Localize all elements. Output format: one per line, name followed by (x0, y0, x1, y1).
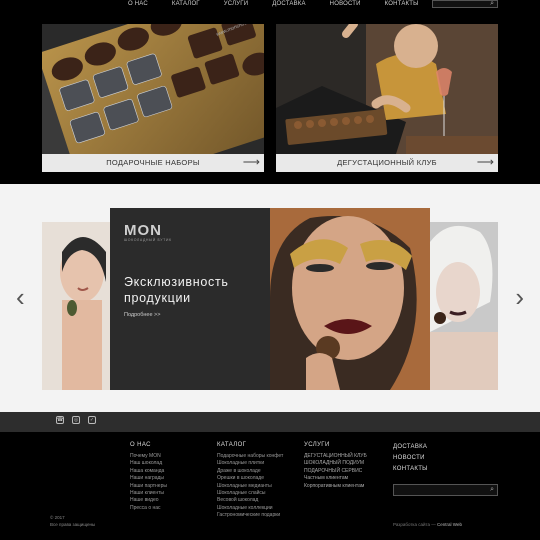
copyright-year: © 2017 (50, 515, 65, 520)
footer-link[interactable]: ШОКОЛАДНЫЙ ПОДИУМ (304, 460, 367, 467)
footer-col-about-head: О НАС (130, 442, 151, 448)
instagram-icon[interactable]: ◎ (72, 416, 80, 424)
footer-link[interactable]: Наши клиенты (130, 490, 167, 497)
nav-item-catalog[interactable]: КАТАЛОГ (172, 0, 200, 8)
footer-link-delivery[interactable]: ДОСТАВКА (393, 442, 428, 453)
footer-link[interactable]: Орешки в шоколаде (217, 475, 283, 482)
gift-sets-tile[interactable]: www.monchoco.ru ПОДАРОЧНЫЕ НАБОРЫ ⟶ (42, 24, 264, 172)
footer-link[interactable]: Наши партнеры (130, 483, 167, 490)
copyright: © 2017 Все права защищены (50, 514, 95, 528)
search-icon[interactable]: ⌕ (490, 486, 494, 494)
nav-item-contacts[interactable]: КОНТАКТЫ (385, 0, 419, 8)
brand-name: MON (124, 222, 162, 239)
footer-link[interactable]: Наша команда (130, 468, 167, 475)
footer-link[interactable]: Почему MON (130, 453, 167, 460)
slide-headline: Эксклюзивность продукции (124, 275, 229, 305)
developer-link[interactable]: Central Web (437, 522, 462, 527)
model-portrait-right (430, 222, 498, 390)
slide-next-preview[interactable] (430, 222, 498, 390)
tasting-club-label: ДЕГУСТАЦИОННЫЙ КЛУБ (337, 158, 437, 167)
slide-current[interactable]: MON ШОКОЛАДНЫЙ БУТИК Эксклюзивность прод… (110, 208, 430, 390)
tasting-club-caption: ДЕГУСТАЦИОННЫЙ КЛУБ ⟶ (276, 154, 498, 172)
gift-sets-label: ПОДАРОЧНЫЕ НАБОРЫ (106, 158, 200, 167)
footer-link[interactable]: Гастрономические подарки (217, 512, 283, 519)
promo-tiles: www.monchoco.ru ПОДАРОЧНЫЕ НАБОРЫ ⟶ (0, 10, 540, 184)
footer-col-services-head: УСЛУГИ (304, 442, 330, 448)
footer-col-about: О НАС Почему MON Наш шоколад Наша команд… (130, 442, 167, 512)
top-nav: О НАС КАТАЛОГ УСЛУГИ ДОСТАВКА НОВОСТИ КО… (0, 0, 540, 10)
whatsapp-icon[interactable]: ☎ (56, 416, 64, 424)
gift-sets-caption: ПОДАРОЧНЫЕ НАБОРЫ ⟶ (42, 154, 264, 172)
nav-menu: О НАС КАТАЛОГ УСЛУГИ ДОСТАВКА НОВОСТИ КО… (128, 0, 443, 8)
footer-link[interactable]: Подарочные наборы конфет (217, 453, 283, 460)
footer-link[interactable]: ПОДАРОЧНЫЙ СЕРВИС (304, 468, 367, 475)
footer-link[interactable]: Весовой шоколад (217, 497, 283, 504)
footer-link[interactable]: Наше видео (130, 497, 167, 504)
footer-link-contacts[interactable]: КОНТАКТЫ (393, 464, 428, 475)
chevron-right-icon[interactable]: › (515, 284, 524, 310)
social-links: ☎ ◎ ✓ (56, 416, 104, 424)
header-search-input[interactable]: ⌕ (432, 0, 498, 8)
footer-col-services: УСЛУГИ ДЕГУСТАЦИОННЫЙ КЛУБ ШОКОЛАДНЫЙ ПО… (304, 442, 367, 490)
footer-link[interactable]: Драже в шоколаде (217, 468, 283, 475)
footer-link[interactable]: Корпоративным клиентам (304, 483, 367, 490)
developer-credit: Разработка сайта — Central Web (393, 522, 462, 527)
developer-label: Разработка сайта — (393, 522, 436, 527)
footer-link[interactable]: Наш шоколад (130, 460, 167, 467)
nav-item-about[interactable]: О НАС (128, 0, 148, 8)
chocolate-box-illustration: www.monchoco.ru (42, 24, 264, 172)
hero-slider: MON ШОКОЛАДНЫЙ БУТИК Эксклюзивность прод… (42, 208, 498, 390)
brand-tagline: ШОКОЛАДНЫЙ БУТИК (124, 238, 172, 242)
tasting-club-image (276, 24, 498, 154)
arrow-right-icon[interactable]: ⟶ (243, 155, 260, 169)
chevron-left-icon[interactable]: ‹ (16, 284, 25, 310)
copyright-rights: Все права защищены (50, 522, 96, 527)
footer-col-misc: ДОСТАВКА НОВОСТИ КОНТАКТЫ (393, 442, 428, 475)
slide-prev-preview[interactable] (42, 222, 110, 390)
nav-item-delivery[interactable]: ДОСТАВКА (272, 0, 305, 8)
tasting-club-illustration (276, 24, 498, 154)
footer: ☎ ◎ ✓ О НАС Почему MON Наш шоколад Наша … (0, 416, 540, 540)
footer-link-news[interactable]: НОВОСТИ (393, 453, 428, 464)
footer-link[interactable]: Шоколадные медианты (217, 483, 283, 490)
model-portrait-left (42, 222, 110, 390)
footer-link[interactable]: Частным клиентам (304, 475, 367, 482)
footer-link[interactable]: Пресса о нас (130, 505, 167, 512)
nav-item-news[interactable]: НОВОСТИ (330, 0, 361, 8)
slide-model-photo (270, 208, 430, 390)
tasting-club-tile[interactable]: ДЕГУСТАЦИОННЫЙ КЛУБ ⟶ (276, 24, 498, 172)
footer-search-input[interactable]: ⌕ (393, 484, 498, 496)
slide-more-link[interactable]: Подробнее >> (124, 312, 160, 318)
footer-link[interactable]: Шоколадные коллекции (217, 505, 283, 512)
footer-link[interactable]: Шоколадные плитки (217, 460, 283, 467)
footer-col-catalog: КАТАЛОГ Подарочные наборы конфет Шоколад… (217, 442, 283, 520)
footer-link[interactable]: Наши награды (130, 475, 167, 482)
brand-logo: MON ШОКОЛАДНЫЙ БУТИК (124, 222, 172, 242)
model-portrait-main (270, 208, 430, 390)
search-icon[interactable]: ⌕ (490, 0, 494, 8)
nav-item-services[interactable]: УСЛУГИ (224, 0, 248, 8)
arrow-right-icon[interactable]: ⟶ (477, 155, 494, 169)
vk-icon[interactable]: ✓ (88, 416, 96, 424)
footer-col-catalog-head: КАТАЛОГ (217, 442, 247, 448)
hero-slider-section: ‹ MON ШОКОЛАДНЫЙ БУТИК Эксклюзивность пр… (0, 184, 540, 412)
gift-sets-image: www.monchoco.ru (42, 24, 264, 172)
